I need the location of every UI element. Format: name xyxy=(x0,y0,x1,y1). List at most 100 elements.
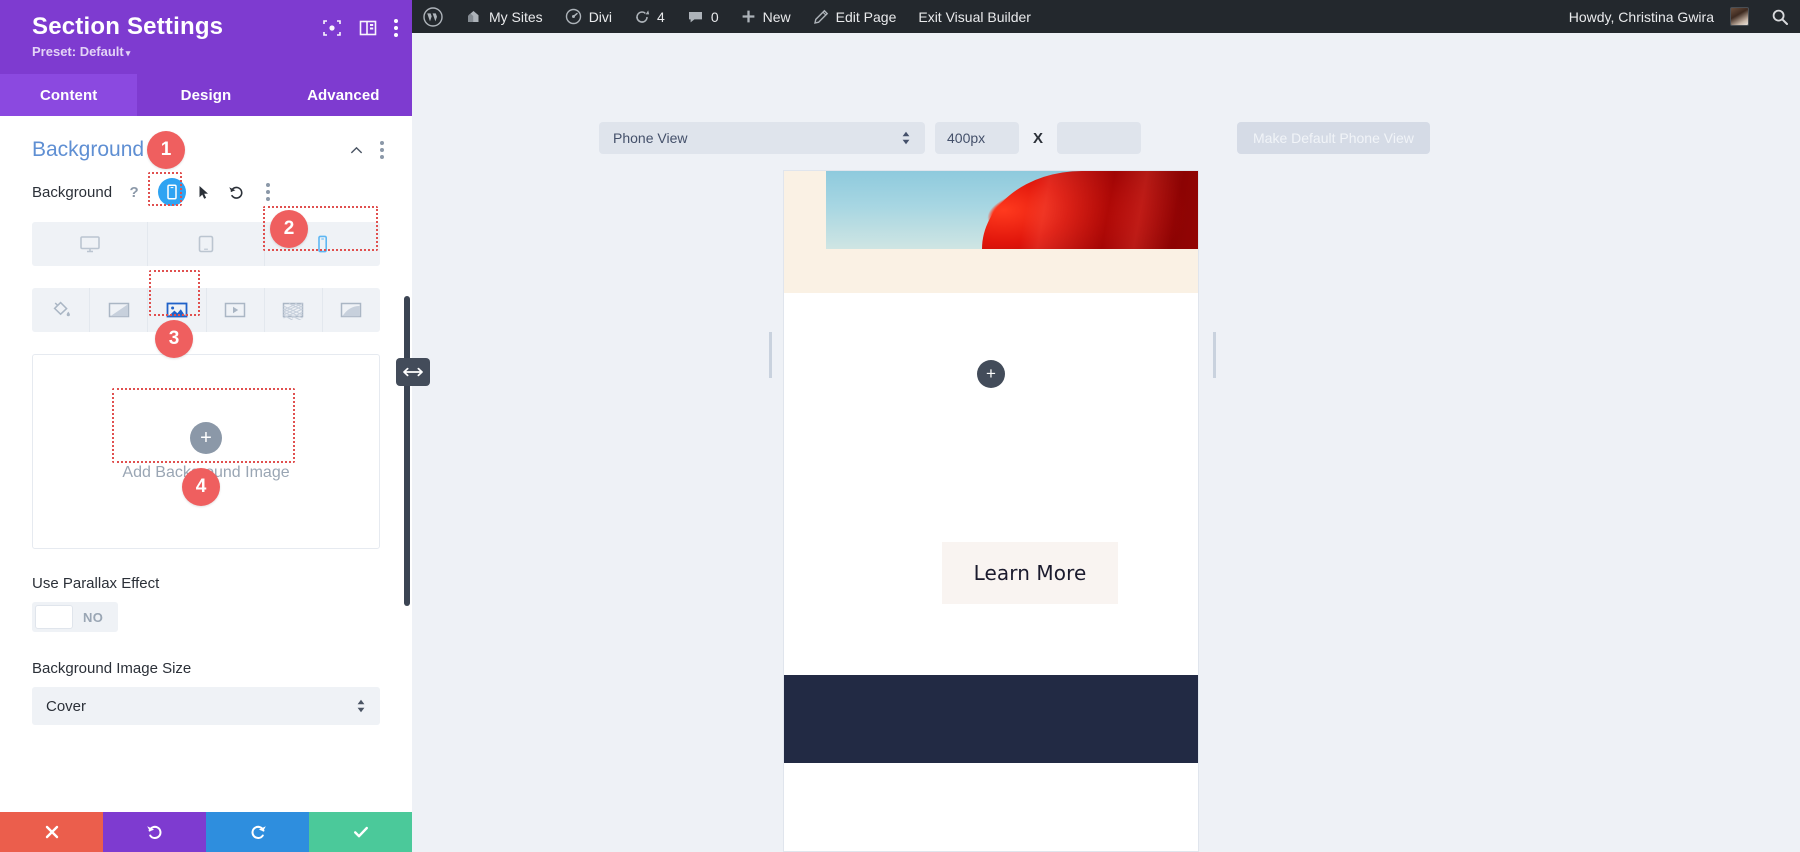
resize-rail-left[interactable] xyxy=(769,332,772,378)
bgtype-color[interactable] xyxy=(32,288,89,332)
plus-icon[interactable]: + xyxy=(190,422,222,454)
hero-background-image xyxy=(826,171,1198,249)
bgtype-video[interactable] xyxy=(206,288,264,332)
viewport-height-input[interactable] xyxy=(1057,122,1141,154)
admin-bar-updates[interactable]: 4 xyxy=(623,0,676,33)
tab-content[interactable]: Content xyxy=(0,74,137,116)
background-image-upload-box[interactable]: + Add Background Image xyxy=(32,354,380,549)
layout-columns-icon[interactable] xyxy=(358,18,378,38)
section-settings-panel: Section Settings Preset: Default▾ Co xyxy=(0,0,412,852)
pattern-grid-icon xyxy=(281,300,305,320)
panel-action-bar xyxy=(0,812,412,852)
background-field-row: Background ? xyxy=(0,172,412,214)
reset-icon[interactable] xyxy=(222,178,250,206)
panel-scrollbar[interactable] xyxy=(404,296,410,606)
updates-icon xyxy=(634,9,650,25)
search-icon xyxy=(1771,8,1789,26)
badge-3: 3 xyxy=(155,320,193,358)
make-default-phone-view-button[interactable]: Make Default Phone View xyxy=(1237,122,1430,154)
tab-design[interactable]: Design xyxy=(137,74,274,116)
view-mode-select[interactable]: Phone View xyxy=(599,122,925,154)
admin-bar-exit-visual-builder[interactable]: Exit Visual Builder xyxy=(907,0,1042,33)
bgtype-mask[interactable] xyxy=(322,288,380,332)
focus-target-icon[interactable] xyxy=(322,18,342,38)
view-mode-value: Phone View xyxy=(613,130,687,146)
admin-bar-search[interactable] xyxy=(1760,0,1800,33)
cursor-pointer-icon xyxy=(198,185,211,200)
wordpress-logo-button[interactable] xyxy=(412,0,454,33)
background-image-size-option: Background Image Size Cover xyxy=(0,634,412,725)
admin-bar-my-sites[interactable]: My Sites xyxy=(454,0,554,33)
viewport-width-input[interactable]: 400px xyxy=(935,122,1019,154)
bgtype-gradient[interactable] xyxy=(89,288,147,332)
preset-selector[interactable]: Preset: Default▾ xyxy=(32,44,394,59)
background-field-label: Background xyxy=(32,184,112,201)
hero-section xyxy=(784,171,1198,293)
admin-bar-comments-count: 0 xyxy=(711,9,719,25)
undo-arrow-icon xyxy=(228,184,245,201)
cancel-button[interactable] xyxy=(0,812,103,852)
section-options-kebab-icon[interactable] xyxy=(380,141,384,159)
resize-rail-right[interactable] xyxy=(1213,332,1216,378)
admin-bar-edit-page-label: Edit Page xyxy=(836,9,897,25)
parallax-label: Use Parallax Effect xyxy=(32,575,380,592)
close-icon xyxy=(43,823,61,841)
bgtype-pattern[interactable] xyxy=(264,288,322,332)
comments-icon xyxy=(687,9,704,25)
admin-bar-new-label: New xyxy=(763,9,791,25)
parallax-toggle[interactable]: NO xyxy=(32,602,118,632)
admin-bar-edit-page[interactable]: Edit Page xyxy=(802,0,908,33)
responsive-toggle-icon[interactable] xyxy=(158,178,186,206)
panel-tabs: Content Design Advanced xyxy=(0,74,412,116)
pencil-icon xyxy=(813,9,829,25)
help-icon[interactable]: ? xyxy=(120,178,148,206)
phone-icon xyxy=(316,234,329,254)
background-type-tabs xyxy=(32,288,380,332)
admin-bar-comments[interactable]: 0 xyxy=(676,0,730,33)
plus-icon xyxy=(741,9,756,24)
panel-header: Section Settings Preset: Default▾ xyxy=(0,0,412,74)
chevron-up-icon[interactable] xyxy=(349,143,364,158)
background-image-size-label: Background Image Size xyxy=(32,660,380,677)
parallax-option: Use Parallax Effect NO xyxy=(0,549,412,634)
desktop-icon xyxy=(79,234,101,254)
kebab-menu-icon xyxy=(266,183,270,201)
admin-bar-divi[interactable]: Divi xyxy=(554,0,623,33)
add-module-button[interactable]: + xyxy=(977,360,1005,388)
background-image-size-select[interactable]: Cover xyxy=(32,687,380,725)
image-icon xyxy=(165,300,189,320)
tab-advanced[interactable]: Advanced xyxy=(275,74,412,116)
kebab-menu-icon[interactable] xyxy=(394,19,398,37)
badge-4: 4 xyxy=(182,468,220,506)
save-button[interactable] xyxy=(309,812,412,852)
responsive-view-toolbar: Phone View 400px X Make Default Phone Vi… xyxy=(599,122,1430,154)
section-title: Background xyxy=(32,138,349,162)
admin-bar-new[interactable]: New xyxy=(730,0,802,33)
mask-shape-icon xyxy=(339,300,363,320)
select-arrows-icon xyxy=(901,131,911,145)
field-kebab-icon[interactable] xyxy=(254,178,282,206)
paint-bucket-icon xyxy=(50,299,72,321)
admin-bar-account[interactable]: Howdy, Christina Gwira xyxy=(1558,0,1760,33)
background-section-header[interactable]: Background xyxy=(0,116,412,172)
wordpress-logo-icon xyxy=(423,7,443,27)
undo-button[interactable] xyxy=(103,812,206,852)
learn-more-button[interactable]: Learn More xyxy=(942,542,1118,604)
mobile-device-icon xyxy=(165,184,179,200)
admin-bar-divi-label: Divi xyxy=(589,9,612,25)
redo-button[interactable] xyxy=(206,812,309,852)
admin-bar-exit-label: Exit Visual Builder xyxy=(918,9,1031,25)
panel-resize-handle[interactable] xyxy=(396,358,430,386)
panel-header-actions xyxy=(322,18,398,38)
wp-admin-bar: My Sites Divi 4 0 xyxy=(412,0,1800,33)
red-silk-graphic xyxy=(982,171,1198,249)
parallax-value: NO xyxy=(73,610,115,625)
device-tab-tablet[interactable] xyxy=(147,222,263,266)
video-play-icon xyxy=(223,300,247,320)
toggle-knob xyxy=(35,605,73,629)
chevron-down-icon: ▾ xyxy=(126,48,131,58)
hover-state-icon[interactable] xyxy=(190,178,218,206)
admin-bar-updates-count: 4 xyxy=(657,9,665,25)
admin-bar-my-sites-label: My Sites xyxy=(489,9,543,25)
device-tab-desktop[interactable] xyxy=(32,222,147,266)
